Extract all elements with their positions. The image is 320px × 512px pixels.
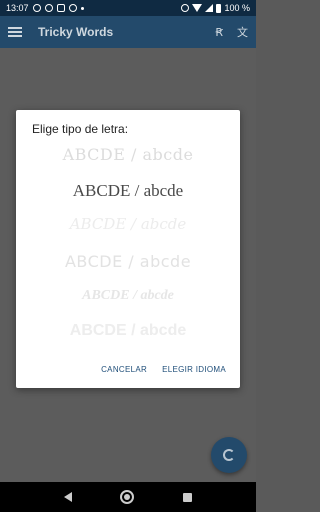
font-option-1[interactable]: ABCDE / abcde: [16, 145, 240, 164]
translate-icon[interactable]: 文: [237, 24, 248, 40]
font-option-5[interactable]: ABCDE / abcde: [16, 288, 240, 304]
dialog-title: Elige tipo de letra:: [32, 122, 129, 136]
menu-icon[interactable]: [8, 27, 22, 37]
app-bar: Tricky Words Ꞧ 文: [0, 16, 256, 48]
app-actions: Ꞧ 文: [215, 24, 248, 40]
status-time: 13:07: [6, 3, 29, 13]
alarm-icon: [44, 4, 53, 12]
font-option-4[interactable]: ABCDE / abcde: [16, 252, 240, 271]
whatsapp-icon: [32, 4, 41, 12]
refresh-fab[interactable]: [211, 437, 247, 473]
back-icon[interactable]: [64, 492, 73, 502]
status-right: 100 %: [181, 3, 250, 13]
font-option-6[interactable]: ABCDE / abcde: [16, 322, 240, 340]
text-format-icon[interactable]: Ꞧ: [215, 26, 223, 39]
font-picker-dialog: Elige tipo de letra: ABCDE / abcde ABCDE…: [16, 110, 240, 388]
notification-icon: [56, 4, 65, 12]
recent-apps-icon[interactable]: [182, 492, 192, 502]
more-notifications-icon: [80, 6, 84, 10]
battery-icon: [216, 3, 222, 13]
status-left: 13:07: [6, 3, 84, 13]
navigation-bar: [0, 482, 256, 512]
app-title: Tricky Words: [38, 25, 114, 39]
alarm-clock-icon: [181, 4, 190, 12]
wifi-icon: [192, 4, 203, 12]
dialog-actions: CANCELAR ELEGIR IDIOMA: [101, 365, 226, 374]
signal-icon: [205, 4, 214, 12]
cancel-button[interactable]: CANCELAR: [101, 365, 147, 374]
font-option-3[interactable]: ABCDE / abcde: [16, 215, 240, 233]
status-bar: 13:07 100 %: [0, 0, 256, 16]
home-icon[interactable]: [120, 490, 135, 504]
battery-level: 100 %: [224, 3, 250, 13]
choose-language-button[interactable]: ELEGIR IDIOMA: [162, 365, 226, 374]
font-option-2[interactable]: ABCDE / abcde: [16, 181, 240, 201]
facebook-icon: [68, 4, 77, 12]
refresh-icon: [223, 449, 235, 461]
